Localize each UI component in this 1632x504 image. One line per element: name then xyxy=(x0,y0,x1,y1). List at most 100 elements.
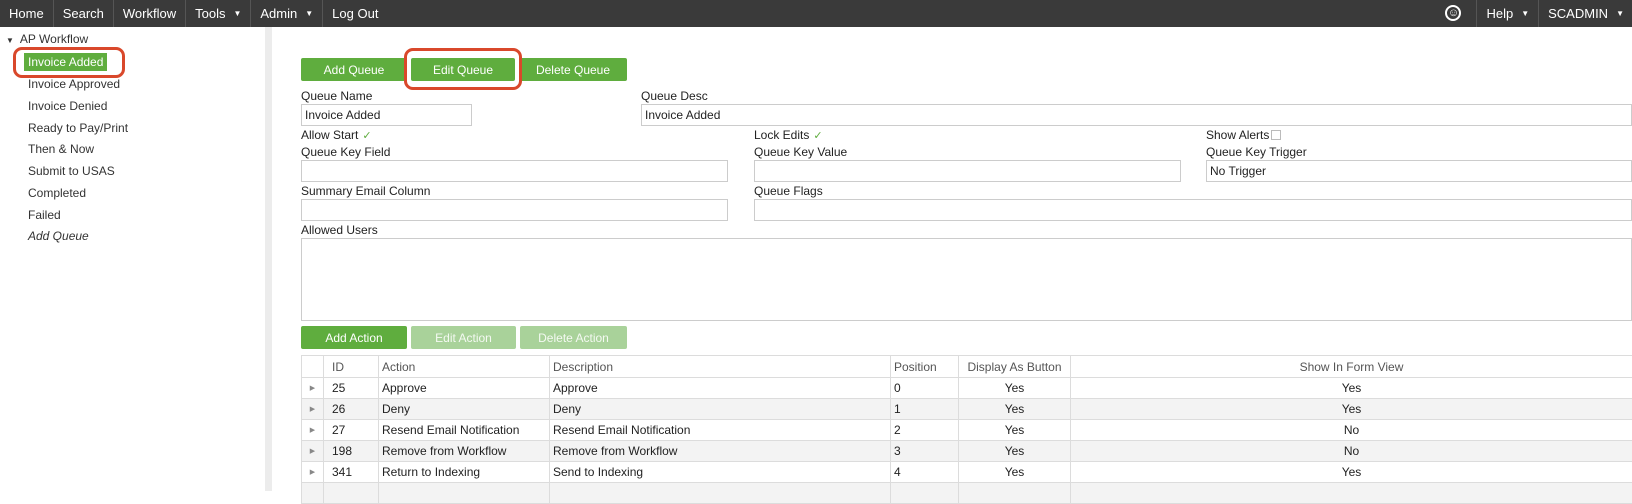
queue-flags-label: Queue Flags xyxy=(754,184,823,198)
tree-expand-icon[interactable]: ▼ xyxy=(6,36,14,45)
column-header-description[interactable]: Description xyxy=(550,356,891,378)
tree-root-ap-workflow[interactable]: ▼ AP Workflow xyxy=(6,32,88,46)
nav-search[interactable]: Search xyxy=(54,0,114,27)
cell-action: Resend Email Notification xyxy=(379,420,550,441)
tree-item-then-and-now[interactable]: Then & Now xyxy=(24,140,98,158)
allowed-users-box[interactable] xyxy=(301,238,1632,321)
tree-item-failed[interactable]: Failed xyxy=(24,206,65,224)
cell-id: 198 xyxy=(324,441,379,462)
feedback-smiley-icon[interactable]: ☺ xyxy=(1445,5,1461,21)
nav-help-label: Help xyxy=(1486,6,1513,21)
table-row[interactable]: ▶ 198 Remove from Workflow Remove from W… xyxy=(302,441,1632,462)
nav-tools[interactable]: Tools ▼ xyxy=(186,0,251,27)
queue-key-trigger-select[interactable] xyxy=(1206,160,1632,182)
lock-edits-row: Lock Edits ✓ xyxy=(754,128,823,142)
add-action-button[interactable]: Add Action xyxy=(301,326,407,349)
actions-table: ID Action Description Position Display A… xyxy=(301,355,1632,504)
nav-tools-label: Tools xyxy=(195,6,225,21)
chevron-down-icon: ▼ xyxy=(233,9,241,18)
cell-show-in-form-view: No xyxy=(1071,420,1632,441)
nav-spacer xyxy=(387,0,1430,27)
table-row[interactable]: ▶ 341 Return to Indexing Send to Indexin… xyxy=(302,462,1632,483)
table-header-row: ID Action Description Position Display A… xyxy=(302,356,1632,378)
cell-show-in-form-view: Yes xyxy=(1071,462,1632,483)
chevron-down-icon: ▼ xyxy=(1521,9,1529,18)
cell-show-in-form-view: Yes xyxy=(1071,378,1632,399)
column-header-id[interactable]: ID xyxy=(324,356,379,378)
tree-item-invoice-approved[interactable]: Invoice Approved xyxy=(24,75,124,93)
queue-key-field-label: Queue Key Field xyxy=(301,145,390,159)
cell-display-as-button: Yes xyxy=(959,420,1071,441)
tree-item-ready-to-pay[interactable]: Ready to Pay/Print xyxy=(24,119,132,137)
nav-workflow[interactable]: Workflow xyxy=(114,0,186,27)
cell-display-as-button: Yes xyxy=(959,462,1071,483)
row-expand-icon[interactable]: ▶ xyxy=(302,399,324,420)
show-alerts-checkbox[interactable] xyxy=(1271,130,1281,140)
cell-display-as-button: Yes xyxy=(959,378,1071,399)
chevron-down-icon: ▼ xyxy=(1616,9,1624,18)
queue-key-field-input[interactable] xyxy=(301,160,728,182)
column-header-show-in-form-view[interactable]: Show In Form View xyxy=(1071,356,1632,378)
row-expand-icon[interactable]: ▶ xyxy=(302,420,324,441)
empty-cell xyxy=(379,483,550,504)
tree-item-label: Invoice Added xyxy=(28,55,103,69)
row-expand-icon[interactable]: ▶ xyxy=(302,378,324,399)
allow-start-row: Allow Start ✓ xyxy=(301,128,372,142)
cell-id: 26 xyxy=(324,399,379,420)
allow-start-checkbox[interactable]: ✓ xyxy=(362,130,371,142)
cell-position: 0 xyxy=(891,378,959,399)
column-header-position[interactable]: Position xyxy=(891,356,959,378)
tree-item-invoice-added[interactable]: Invoice Added xyxy=(24,53,107,71)
nav-logout-label: Log Out xyxy=(332,6,378,21)
tree-item-label: Add Queue xyxy=(28,229,89,243)
summary-email-input[interactable] xyxy=(301,199,728,221)
table-row-empty xyxy=(302,483,1632,504)
add-queue-button[interactable]: Add Queue xyxy=(301,58,407,81)
tree-item-invoice-denied[interactable]: Invoice Denied xyxy=(24,97,111,115)
row-expand-icon[interactable]: ▶ xyxy=(302,462,324,483)
delete-queue-button[interactable]: Delete Queue xyxy=(519,58,627,81)
cell-action: Deny xyxy=(379,399,550,420)
chevron-down-icon: ▼ xyxy=(305,9,313,18)
nav-user-label: SCADMIN xyxy=(1548,6,1608,21)
cell-position: 4 xyxy=(891,462,959,483)
delete-action-button[interactable]: Delete Action xyxy=(520,326,627,349)
allow-start-label: Allow Start xyxy=(301,128,358,142)
cell-show-in-form-view: No xyxy=(1071,441,1632,462)
nav-home[interactable]: Home xyxy=(0,0,54,27)
edit-queue-button[interactable]: Edit Queue xyxy=(411,58,515,81)
edit-action-button[interactable]: Edit Action xyxy=(411,326,516,349)
cell-description: Deny xyxy=(550,399,891,420)
table-row[interactable]: ▶ 25 Approve Approve 0 Yes Yes xyxy=(302,378,1632,399)
nav-search-label: Search xyxy=(63,6,104,21)
lock-edits-checkbox[interactable]: ✓ xyxy=(813,130,822,142)
nav-logout[interactable]: Log Out xyxy=(323,0,387,27)
cell-id: 27 xyxy=(324,420,379,441)
queue-flags-input[interactable] xyxy=(754,199,1632,221)
row-expand-icon[interactable]: ▶ xyxy=(302,441,324,462)
cell-display-as-button: Yes xyxy=(959,441,1071,462)
nav-user-menu[interactable]: SCADMIN ▼ xyxy=(1538,0,1632,27)
nav-help[interactable]: Help ▼ xyxy=(1476,0,1538,27)
panel-splitter[interactable] xyxy=(265,27,272,491)
empty-cell xyxy=(550,483,891,504)
cell-description: Remove from Workflow xyxy=(550,441,891,462)
table-row[interactable]: ▶ 26 Deny Deny 1 Yes Yes xyxy=(302,399,1632,420)
summary-email-label: Summary Email Column xyxy=(301,184,430,198)
lock-edits-label: Lock Edits xyxy=(754,128,809,142)
tree-item-add-queue[interactable]: Add Queue xyxy=(24,227,93,245)
tree-item-label: Submit to USAS xyxy=(28,164,115,178)
tree-root-label: AP Workflow xyxy=(20,32,88,46)
tree-item-submit-to-usas[interactable]: Submit to USAS xyxy=(24,162,119,180)
cell-id: 25 xyxy=(324,378,379,399)
table-row[interactable]: ▶ 27 Resend Email Notification Resend Em… xyxy=(302,420,1632,441)
nav-admin[interactable]: Admin▼ xyxy=(251,0,323,27)
column-header-display-as-button[interactable]: Display As Button xyxy=(959,356,1071,378)
tree-item-completed[interactable]: Completed xyxy=(24,184,90,202)
cell-position: 3 xyxy=(891,441,959,462)
queue-desc-input[interactable] xyxy=(641,104,1632,126)
queue-name-input[interactable] xyxy=(301,104,472,126)
column-header-action[interactable]: Action xyxy=(379,356,550,378)
queue-key-value-input[interactable] xyxy=(754,160,1181,182)
tree-item-label: Completed xyxy=(28,186,86,200)
